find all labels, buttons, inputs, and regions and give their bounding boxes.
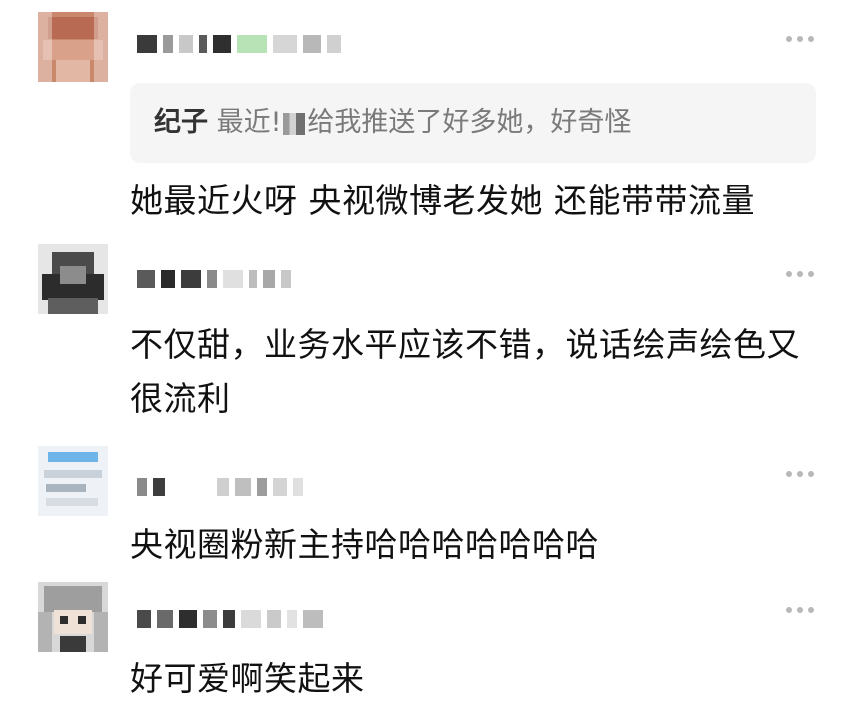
avatar[interactable]	[38, 446, 108, 516]
avatar[interactable]	[38, 244, 108, 314]
quoted-reply-text: 纪子 最近! 给我推送了好多她，好奇怪	[154, 107, 632, 138]
comment-item: 好可爱啊笑起来	[0, 578, 846, 716]
more-horizontal-icon	[786, 471, 792, 477]
comment-text: 不仅甜，业务水平应该不错，说话绘声绘色又很流利	[130, 325, 800, 418]
more-options-button[interactable]	[780, 602, 820, 618]
comment-item: 纪子 最近! 给我推送了好多她，好奇怪 她最近火呀 央视微博老发她 还能带带流量	[0, 0, 846, 230]
more-horizontal-icon	[786, 271, 792, 277]
comment-text: 她最近火呀 央视微博老发她 还能带带流量	[130, 181, 755, 220]
quoted-author[interactable]: 纪子	[154, 107, 208, 138]
avatar[interactable]	[38, 582, 108, 652]
more-options-button[interactable]	[780, 466, 820, 482]
more-options-button[interactable]	[780, 266, 820, 282]
blurred-mention	[283, 112, 306, 135]
avatar[interactable]	[38, 12, 108, 82]
comment-text: 好可爱啊笑起来	[130, 659, 365, 698]
username-blurred[interactable]	[137, 608, 323, 630]
quoted-reply[interactable]: 纪子 最近! 给我推送了好多她，好奇怪	[130, 83, 816, 163]
comment-item: 不仅甜，业务水平应该不错，说话绘声绘色又很流利	[0, 236, 846, 436]
more-horizontal-icon	[786, 607, 792, 613]
username-blurred[interactable]	[137, 476, 303, 498]
more-horizontal-icon	[786, 36, 792, 42]
username-blurred[interactable]	[137, 33, 341, 55]
more-options-button[interactable]	[780, 31, 820, 47]
comment-item: 央视圈粉新主持哈哈哈哈哈哈哈	[0, 440, 846, 580]
comment-text: 央视圈粉新主持哈哈哈哈哈哈哈	[130, 525, 599, 564]
username-blurred[interactable]	[137, 268, 291, 290]
